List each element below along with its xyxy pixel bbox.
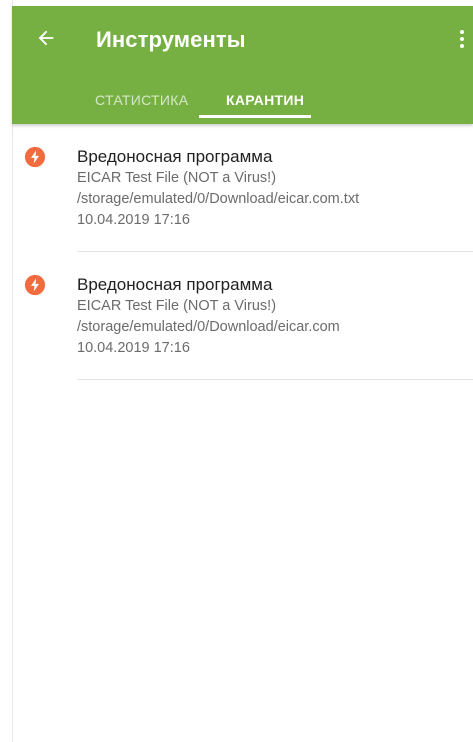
threat-type: Вредоносная программа <box>77 147 273 166</box>
timestamp: 10.04.2019 17:16 <box>77 212 190 228</box>
list-item[interactable]: Вредоносная программа EICAR Test File (N… <box>12 124 473 252</box>
more-vert-dot <box>460 44 464 48</box>
list-item-text: Вредоносная программа EICAR Test File (N… <box>77 146 463 231</box>
page-title: Инструменты <box>96 27 246 52</box>
app-bar: Инструменты СТАТИСТИКА КАРАНТИН <box>12 6 473 124</box>
app-screen: Инструменты СТАТИСТИКА КАРАНТИН Вредонос… <box>0 0 473 742</box>
list-item[interactable]: Вредоносная программа EICAR Test File (N… <box>12 252 473 380</box>
left-margin <box>0 0 12 742</box>
file-path: /storage/emulated/0/Download/eicar.com <box>77 319 340 335</box>
back-button[interactable] <box>32 24 60 52</box>
quarantine-list: Вредоносная программа EICAR Test File (N… <box>12 124 473 380</box>
arrow-left-icon <box>38 30 54 46</box>
timestamp: 10.04.2019 17:16 <box>77 340 190 356</box>
tab-selected-indicator <box>199 115 311 118</box>
threat-name: EICAR Test File (NOT a Virus!) <box>77 170 277 186</box>
divider <box>77 379 473 380</box>
threat-bolt-icon <box>24 274 46 296</box>
more-options-button[interactable] <box>453 26 471 52</box>
more-vert-dot <box>460 37 464 41</box>
more-vert-icon <box>460 30 464 34</box>
threat-name: EICAR Test File (NOT a Virus!) <box>77 298 277 314</box>
threat-type: Вредоносная программа <box>77 275 273 294</box>
threat-bolt-icon <box>24 146 46 168</box>
file-path: /storage/emulated/0/Download/eicar.com.t… <box>77 191 360 207</box>
list-item-text: Вредоносная программа EICAR Test File (N… <box>77 274 463 359</box>
toolbar: Инструменты <box>12 6 473 76</box>
tab-statistics[interactable]: СТАТИСТИКА <box>95 76 188 124</box>
